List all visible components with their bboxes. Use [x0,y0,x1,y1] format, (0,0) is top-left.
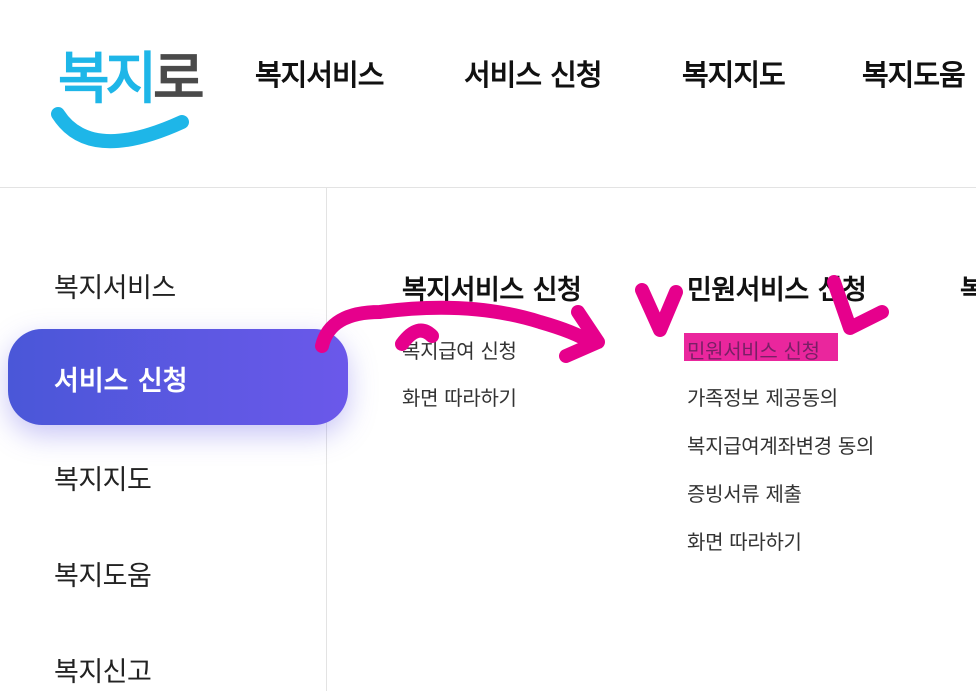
submenu-title-welfare-apply: 복지서비스 신청 [402,275,582,306]
submenu-link-document-submit[interactable]: 증빙서류 제출 [687,478,802,507]
submenu-link-guide[interactable]: 화면 따라하기 [402,382,517,411]
submenu-title-column-3: 복 [960,275,976,306]
sidebar: 복지서비스 서비스 신청 복지지도 복지도움 복지신고 [0,188,348,691]
submenu-title-civil-apply: 민원서비스 신청 [687,275,867,306]
site-header: 복지로 복지서비스 서비스 신청 복지지도 복지도움 [0,0,976,188]
sidebar-item-service-apply[interactable]: 서비스 신청 [8,329,348,425]
gnb-welfare-help[interactable]: 복지도움 [862,52,966,94]
gnb-welfare-map[interactable]: 복지지도 [682,52,786,94]
logo-smile-icon [51,107,189,149]
gnb-service-apply[interactable]: 서비스 신청 [464,52,602,94]
sidebar-item-welfare-services[interactable]: 복지서비스 [54,266,176,305]
sidebar-item-welfare-help[interactable]: 복지도움 [54,554,152,593]
check-mark-left-icon [635,283,683,337]
submenu-link-family-info-consent[interactable]: 가족정보 제공동의 [687,382,838,411]
gnb-welfare-services[interactable]: 복지서비스 [255,52,384,94]
sidebar-item-welfare-report[interactable]: 복지신고 [54,650,152,689]
sidebar-item-welfare-map[interactable]: 복지지도 [54,458,152,497]
sidebar-item-label: 서비스 신청 [54,366,188,397]
submenu-link-account-change-consent[interactable]: 복지급여계좌변경 동의 [687,430,874,459]
submenu-link-guide-2[interactable]: 화면 따라하기 [687,526,802,555]
submenu-link-welfare-benefit-apply[interactable]: 복지급여 신청 [402,335,517,364]
submenu-link-civil-service-apply[interactable]: 민원서비스 신청 [687,335,820,364]
bokjiro-logo[interactable]: 복지로 [50,32,205,160]
arrow-head-icon [559,305,605,363]
